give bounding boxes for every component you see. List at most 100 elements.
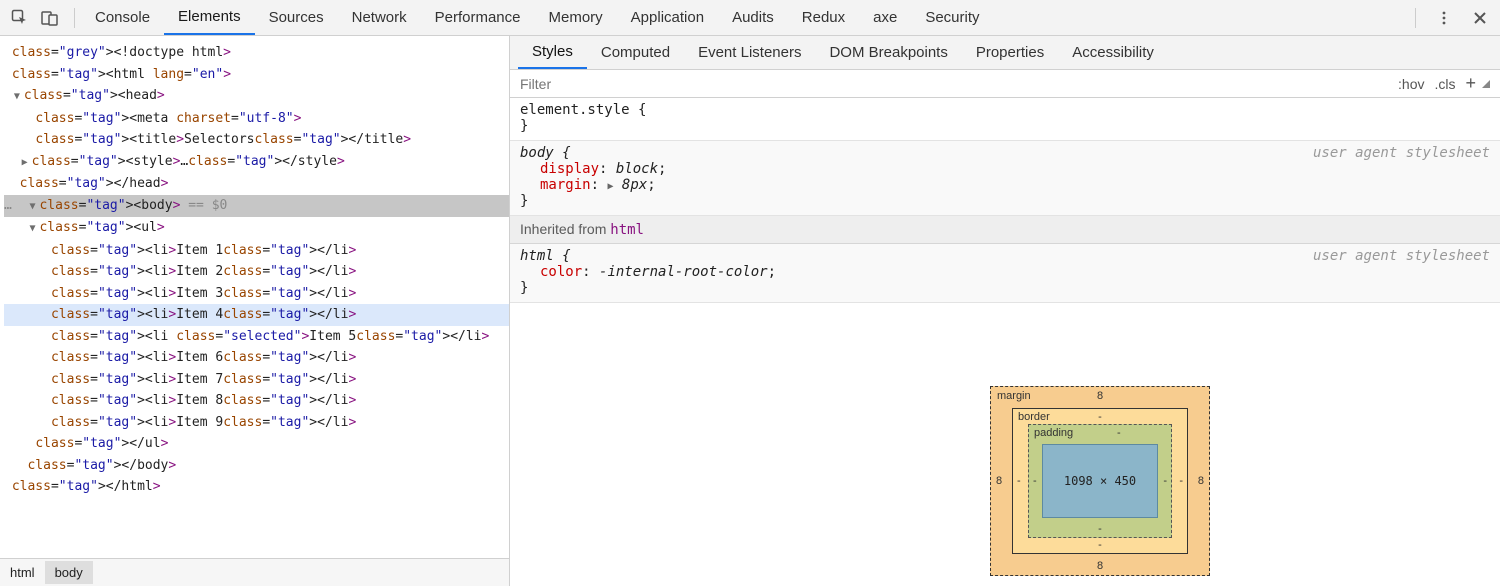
dom-ul-close[interactable]: class="tag"></ul> xyxy=(4,433,509,455)
subtab-styles[interactable]: Styles xyxy=(518,36,587,69)
tab-performance[interactable]: Performance xyxy=(421,0,535,35)
tab-audits[interactable]: Audits xyxy=(718,0,788,35)
inherited-from-element[interactable]: html xyxy=(610,222,644,238)
dom-doctype[interactable]: class="grey"><!doctype html> xyxy=(4,42,509,64)
dom-html-open[interactable]: class="tag"><html lang="en"> xyxy=(4,64,509,86)
tab-redux[interactable]: Redux xyxy=(788,0,859,35)
dom-head-close[interactable]: class="tag"></head> xyxy=(4,173,509,195)
css-prop-name[interactable]: display xyxy=(540,161,599,177)
subtab-properties[interactable]: Properties xyxy=(962,36,1058,69)
tab-axe[interactable]: axe xyxy=(859,0,911,35)
dom-body-close[interactable]: class="tag"></body> xyxy=(4,455,509,477)
bm-padding-label: padding xyxy=(1034,427,1073,439)
dom-li-1[interactable]: class="tag"><li>Item 1class="tag"></li> xyxy=(4,240,509,262)
box-model[interactable]: margin 8 8 8 8 border - - - - padding - … xyxy=(990,386,1210,576)
close-icon[interactable] xyxy=(1466,4,1494,32)
dom-li-6[interactable]: class="tag"><li>Item 6class="tag"></li> xyxy=(4,347,509,369)
css-prop-value[interactable]: -internal-root-color xyxy=(599,264,768,280)
bm-border-left: - xyxy=(1017,475,1021,487)
tab-security[interactable]: Security xyxy=(911,0,993,35)
dom-li-4[interactable]: class="tag"><li>Item 4class="tag"></li> xyxy=(4,304,509,326)
rule-selector: body { xyxy=(520,145,571,161)
styles-sub-tabs: StylesComputedEvent ListenersDOM Breakpo… xyxy=(510,36,1500,70)
corner-icon xyxy=(1482,80,1490,88)
dom-li-3[interactable]: class="tag"><li>Item 3class="tag"></li> xyxy=(4,283,509,305)
disclosure-triangle-icon[interactable]: ▶ xyxy=(20,152,30,174)
styles-filter-input[interactable] xyxy=(510,76,1388,92)
toolbar-separator xyxy=(1415,8,1416,28)
rule-selector: element.style { xyxy=(520,102,646,118)
dom-meta[interactable]: class="tag"><meta charset="utf-8"> xyxy=(4,108,509,130)
bm-margin-label: margin xyxy=(997,390,1031,402)
css-prop-name[interactable]: margin xyxy=(540,177,591,193)
kebab-menu-icon[interactable] xyxy=(1430,4,1458,32)
dom-ul-open[interactable]: ▼class="tag"><ul> xyxy=(4,217,509,240)
dom-li-5[interactable]: class="tag"><li class="selected">Item 5c… xyxy=(4,326,509,348)
dom-li-7[interactable]: class="tag"><li>Item 7class="tag"></li> xyxy=(4,369,509,391)
tab-application[interactable]: Application xyxy=(617,0,718,35)
css-prop-name[interactable]: color xyxy=(540,264,582,280)
rule-selector: html { xyxy=(520,248,571,264)
styles-filter-row: :hov .cls + xyxy=(510,70,1500,98)
subtab-computed[interactable]: Computed xyxy=(587,36,684,69)
bm-margin-bottom: 8 xyxy=(1097,560,1103,572)
css-prop-value[interactable]: block xyxy=(616,161,658,177)
rule-element-style[interactable]: element.style { } xyxy=(510,98,1500,141)
rule-html[interactable]: user agent stylesheet html { color: -int… xyxy=(510,244,1500,303)
tab-network[interactable]: Network xyxy=(338,0,421,35)
bm-border-top: - xyxy=(1098,411,1102,423)
tab-sources[interactable]: Sources xyxy=(255,0,338,35)
breadcrumb-body[interactable]: body xyxy=(45,561,93,584)
bm-border-bottom: - xyxy=(1098,539,1102,551)
bm-margin-top: 8 xyxy=(1097,390,1103,402)
css-prop-value[interactable]: 8px xyxy=(622,177,647,193)
top-tabs: ConsoleElementsSourcesNetworkPerformance… xyxy=(81,0,1409,35)
main-split: class="grey"><!doctype html> class="tag"… xyxy=(0,36,1500,586)
toolbar-right-icons xyxy=(1409,4,1494,32)
subtab-accessibility[interactable]: Accessibility xyxy=(1058,36,1168,69)
breadcrumb-html[interactable]: html xyxy=(0,561,45,584)
bm-border-label: border xyxy=(1018,411,1050,423)
toolbar-left-icons xyxy=(6,4,64,32)
dom-title[interactable]: class="tag"><title>Selectorsclass="tag">… xyxy=(4,129,509,151)
dom-li-2[interactable]: class="tag"><li>Item 2class="tag"></li> xyxy=(4,261,509,283)
subtab-dom-breakpoints[interactable]: DOM Breakpoints xyxy=(815,36,961,69)
rule-origin: user agent stylesheet xyxy=(1313,145,1490,161)
dom-style[interactable]: ▶class="tag"><style>…class="tag"></style… xyxy=(4,151,509,174)
subtab-event-listeners[interactable]: Event Listeners xyxy=(684,36,815,69)
rule-close: } xyxy=(520,193,1490,209)
toolbar-separator xyxy=(74,8,75,28)
disclosure-triangle-icon[interactable]: ▼ xyxy=(12,86,22,108)
bm-margin-left: 8 xyxy=(996,475,1002,487)
bm-padding-right: - xyxy=(1163,475,1167,487)
dom-body-open[interactable]: … ▼class="tag"><body> == $0 xyxy=(4,195,509,218)
dom-tree[interactable]: class="grey"><!doctype html> class="tag"… xyxy=(0,36,509,558)
tab-elements[interactable]: Elements xyxy=(164,0,255,35)
inherited-from-bar: Inherited from html xyxy=(510,216,1500,244)
box-model-content: 1098 × 450 xyxy=(1042,444,1158,518)
disclosure-triangle-icon[interactable]: ▼ xyxy=(27,218,37,240)
bm-padding-left: - xyxy=(1033,475,1037,487)
bm-padding-top: - xyxy=(1117,427,1121,439)
tab-memory[interactable]: Memory xyxy=(535,0,617,35)
dom-head-open[interactable]: ▼class="tag"><head> xyxy=(4,85,509,108)
add-rule-button[interactable]: + xyxy=(1465,73,1476,94)
device-toggle-icon[interactable] xyxy=(36,4,64,32)
rule-body[interactable]: user agent stylesheet body { display: bl… xyxy=(510,141,1500,216)
disclosure-triangle-icon[interactable]: ▼ xyxy=(27,196,37,218)
inspect-icon[interactable] xyxy=(6,4,34,32)
styles-panel: StylesComputedEvent ListenersDOM Breakpo… xyxy=(510,36,1500,586)
bm-padding-bottom: - xyxy=(1098,523,1102,535)
tab-console[interactable]: Console xyxy=(81,0,164,35)
dom-li-8[interactable]: class="tag"><li>Item 8class="tag"></li> xyxy=(4,390,509,412)
rule-close: } xyxy=(520,280,1490,296)
hov-toggle[interactable]: :hov xyxy=(1398,76,1424,92)
dom-li-9[interactable]: class="tag"><li>Item 9class="tag"></li> xyxy=(4,412,509,434)
cls-toggle[interactable]: .cls xyxy=(1434,76,1455,92)
inherited-label: Inherited from xyxy=(520,221,610,237)
styles-body: element.style { } user agent stylesheet … xyxy=(510,98,1500,586)
breadcrumbs: htmlbody xyxy=(0,558,509,586)
rule-origin: user agent stylesheet xyxy=(1313,248,1490,264)
dom-html-close[interactable]: class="tag"></html> xyxy=(4,476,509,498)
styles-filter-buttons: :hov .cls + xyxy=(1388,73,1500,94)
